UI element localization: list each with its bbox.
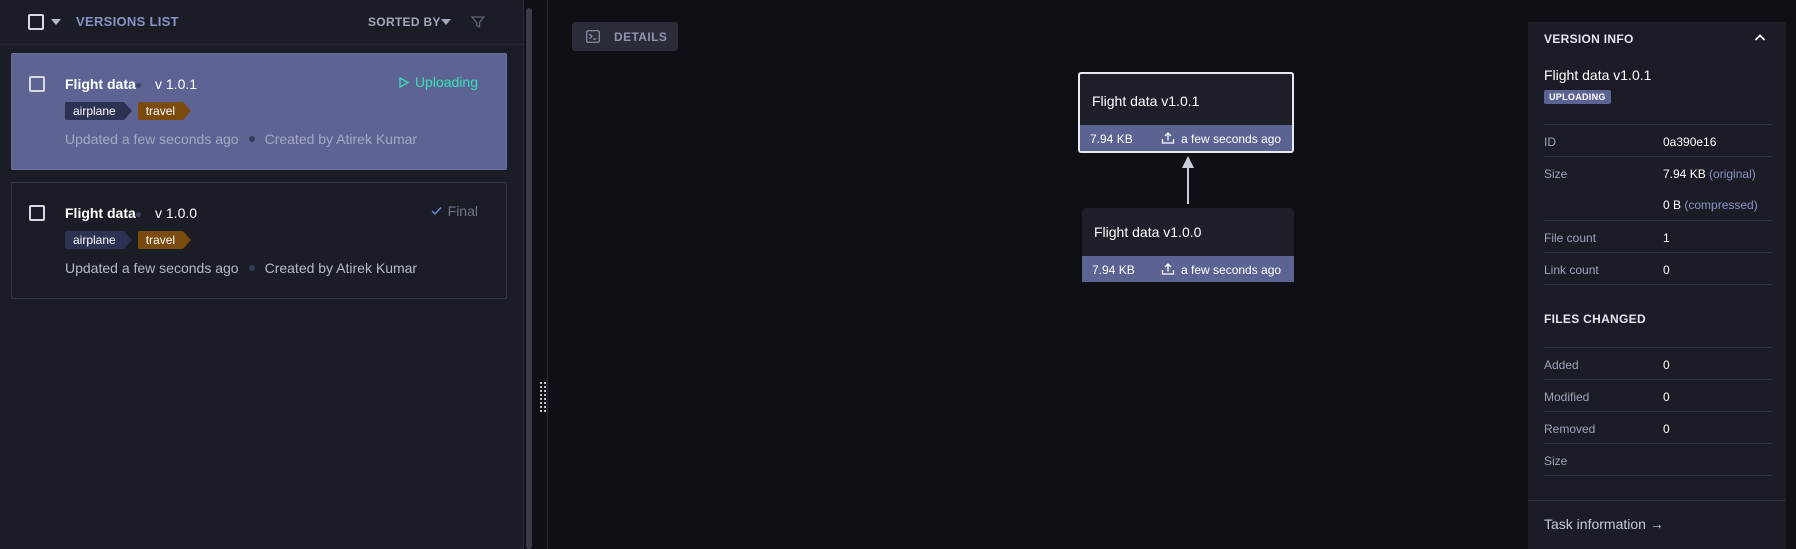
version-name: Flight data <box>65 76 136 92</box>
separator-dot <box>248 136 255 142</box>
node-info-bar: 7.94 KB a few seconds ago <box>1082 256 1294 282</box>
node-title: Flight data v1.0.0 <box>1094 224 1202 240</box>
version-info-title: VERSION INFO <box>1544 32 1634 46</box>
info-key: File count <box>1544 231 1597 245</box>
node-size: 7.94 KB <box>1092 263 1135 277</box>
info-value: 0 <box>1663 263 1670 277</box>
info-row-size: Size 7.94 KB (original) <box>1544 156 1772 188</box>
node-size: 7.94 KB <box>1090 132 1133 146</box>
node-time: a few seconds ago <box>1181 263 1282 277</box>
details-button[interactable]: DETAILS <box>572 22 678 51</box>
separator-dot <box>248 265 255 271</box>
panel-divider <box>1528 500 1786 501</box>
panel-splitter[interactable] <box>547 0 548 549</box>
files-changed-title: FILES CHANGED <box>1544 312 1646 326</box>
status-label: Final <box>447 203 478 219</box>
upload-icon <box>1161 263 1175 275</box>
list-scrollbar[interactable] <box>526 8 532 549</box>
tag-travel[interactable]: travel <box>137 231 192 249</box>
created-by-text: Created by Atirek Kumar <box>264 131 418 147</box>
details-button-label: DETAILS <box>614 30 668 44</box>
files-divider <box>1544 475 1772 476</box>
info-value: 0 <box>1663 358 1670 372</box>
status-badge: UPLOADING <box>1544 90 1611 104</box>
info-row-link-count: Link count 0 <box>1544 252 1772 284</box>
files-row-modified: Modified 0 <box>1544 379 1772 411</box>
status-final: Final <box>431 203 478 219</box>
tag-travel[interactable]: travel <box>137 102 192 120</box>
play-icon <box>399 76 409 88</box>
info-key: Removed <box>1544 422 1596 436</box>
version-number: v 1.0.0 <box>155 205 198 221</box>
version-meta: Updated a few seconds ago Created by Ati… <box>65 260 417 276</box>
info-value: 0a390e16 <box>1663 135 1717 149</box>
resize-handle-icon[interactable] <box>539 381 547 413</box>
version-card[interactable]: Flight data v 1.0.0 Final airplane trave… <box>11 182 507 299</box>
node-info-bar: 7.94 KB a few seconds ago <box>1080 125 1292 151</box>
files-row-size: Size <box>1544 443 1772 475</box>
info-row-id: ID 0a390e16 <box>1544 124 1772 156</box>
info-value: 0 <box>1663 390 1670 404</box>
info-value: 1 <box>1663 231 1670 245</box>
select-menu-chevron-down-icon[interactable] <box>51 19 61 25</box>
chevron-up-icon[interactable] <box>1754 32 1766 44</box>
tag-list: airplane travel <box>65 102 192 120</box>
console-icon <box>586 30 600 43</box>
info-row-file-count: File count 1 <box>1544 220 1772 252</box>
node-time: a few seconds ago <box>1181 132 1282 146</box>
versions-list-header: VERSIONS LIST SORTED BY <box>0 0 524 44</box>
info-value: 7.94 KB (original) <box>1663 167 1756 181</box>
info-key: Link count <box>1544 263 1599 277</box>
status-label: Uploading <box>414 74 478 90</box>
filter-icon[interactable] <box>471 15 485 29</box>
versions-list-panel: VERSIONS LIST SORTED BY Flight data v 1.… <box>0 0 524 549</box>
version-checkbox[interactable] <box>29 205 45 221</box>
tag-airplane[interactable]: airplane <box>65 102 132 120</box>
status-uploading: Uploading <box>399 74 478 90</box>
versions-list-title: VERSIONS LIST <box>76 14 179 29</box>
check-icon <box>431 207 442 216</box>
version-info-panel: VERSION INFO Flight data v1.0.1 UPLOADIN… <box>1528 22 1786 549</box>
info-key: Modified <box>1544 390 1590 404</box>
version-info-name: Flight data v1.0.1 <box>1544 67 1652 83</box>
separator-dot <box>136 83 141 88</box>
version-checkbox[interactable] <box>29 76 45 92</box>
updated-text: Updated a few seconds ago <box>65 131 239 147</box>
select-all-checkbox[interactable] <box>28 14 44 30</box>
sort-chevron-down-icon[interactable] <box>441 19 451 25</box>
info-row-size-compressed: 0 B (compressed) <box>1544 188 1772 220</box>
info-key: Size <box>1544 454 1568 468</box>
updated-text: Updated a few seconds ago <box>65 260 239 276</box>
node-title: Flight data v1.0.1 <box>1092 93 1200 109</box>
info-divider <box>1544 284 1772 285</box>
header-divider <box>0 44 524 45</box>
task-information-link[interactable]: Task information → <box>1544 516 1664 532</box>
version-number: v 1.0.1 <box>155 76 198 92</box>
graph-node-v1-0-1[interactable]: Flight data v1.0.1 7.94 KB a few seconds… <box>1078 72 1294 153</box>
tag-list: airplane travel <box>65 231 192 249</box>
created-by-text: Created by Atirek Kumar <box>264 260 418 276</box>
version-meta: Updated a few seconds ago Created by Ati… <box>65 131 417 147</box>
info-value: 0 B (compressed) <box>1663 198 1758 212</box>
files-row-added: Added 0 <box>1544 347 1772 379</box>
node-connector <box>1187 160 1189 204</box>
tag-airplane[interactable]: airplane <box>65 231 132 249</box>
version-name: Flight data <box>65 205 136 221</box>
sorted-by-button[interactable]: SORTED BY <box>368 15 441 29</box>
info-value: 0 <box>1663 422 1670 436</box>
separator-dot <box>136 212 141 217</box>
files-row-removed: Removed 0 <box>1544 411 1772 443</box>
info-key: Added <box>1544 358 1579 372</box>
info-key: Size <box>1544 167 1568 181</box>
graph-node-v1-0-0[interactable]: Flight data v1.0.0 7.94 KB a few seconds… <box>1082 208 1294 282</box>
upload-icon <box>1161 132 1175 144</box>
version-card[interactable]: Flight data v 1.0.1 Uploading airplane t… <box>11 53 507 170</box>
info-key: ID <box>1544 135 1556 149</box>
